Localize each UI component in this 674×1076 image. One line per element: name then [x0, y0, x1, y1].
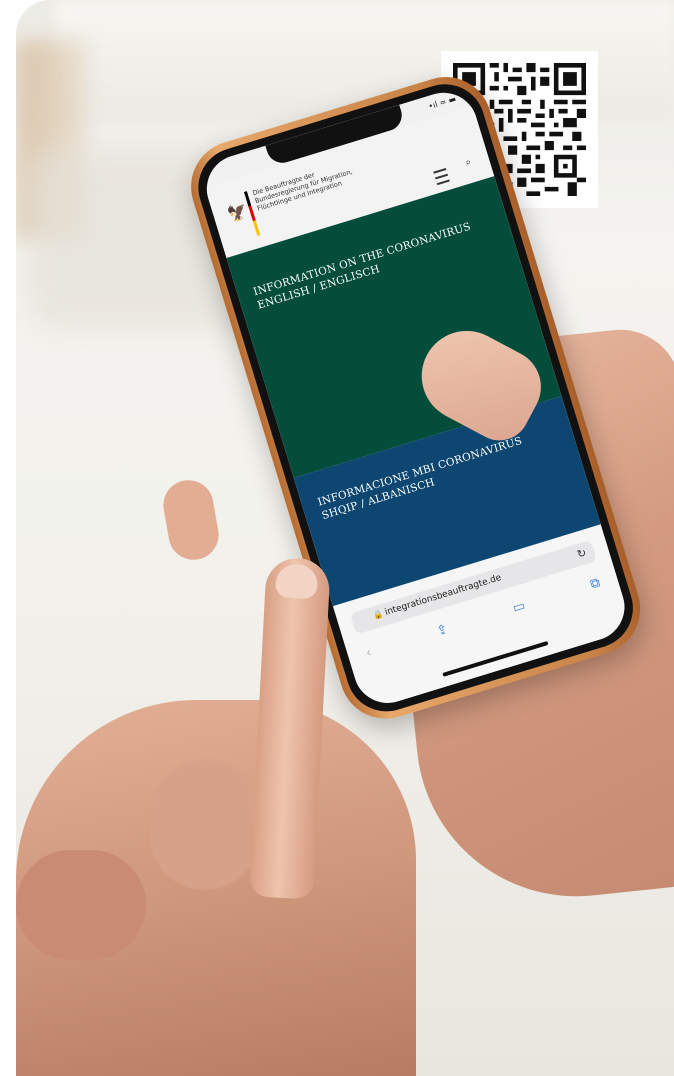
lock-icon: 🔒 [372, 608, 385, 621]
hamburger-menu-icon[interactable] [433, 167, 450, 186]
panel-english-line2: ENGLISH / ENGLISCH [256, 262, 382, 312]
home-indicator [442, 640, 549, 677]
bookmarks-icon[interactable]: ▭ [511, 598, 527, 616]
pointing-hand-finger [16, 850, 146, 960]
reload-icon[interactable]: ↻ [576, 546, 589, 561]
pointing-hand-knuckle [150, 760, 260, 890]
fingernail [274, 563, 319, 600]
ministry-name: Die Beauftragte der Bundesregierung für … [251, 167, 354, 213]
federal-eagle-icon: 🦅 [225, 200, 250, 225]
tabs-icon[interactable]: ⧉ [589, 575, 602, 592]
status-bar-icons: •ıl ≈ ▬ [427, 94, 458, 112]
back-icon[interactable]: ‹ [364, 645, 373, 661]
share-icon[interactable]: ⇪ [435, 622, 450, 640]
photo: •ıl ≈ ▬ 🦅 Die Beauftragte der Bundesregi… [0, 0, 674, 1076]
search-icon[interactable]: ⌕ [464, 157, 473, 169]
